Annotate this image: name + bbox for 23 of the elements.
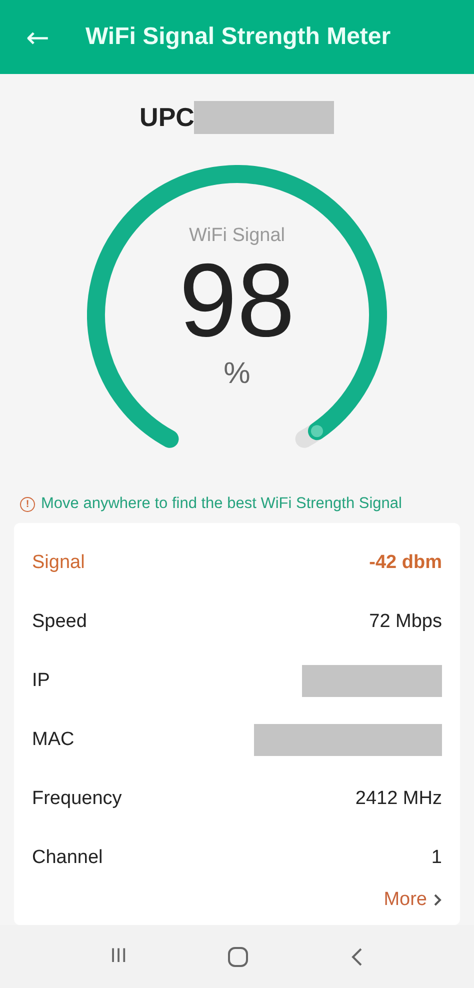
detail-label: Frequency [32,788,122,810]
detail-label: Channel [32,846,103,868]
home-icon [227,946,250,968]
recent-apps-button[interactable]: III [104,944,133,969]
more-button[interactable]: More [384,889,442,911]
info-icon: ! [20,496,35,512]
gauge-unit: % [224,357,250,391]
back-button[interactable]: ← [20,20,56,54]
detail-value: 2412 MHz [355,788,442,810]
detail-label: Speed [32,610,87,632]
detail-label: IP [32,670,50,692]
detail-label: MAC [32,728,74,750]
detail-value: -42 dbm [369,552,442,574]
network-name: UPC [140,102,194,132]
gauge-label: WiFi Signal [188,225,286,247]
gauge-value: 98 [179,249,295,353]
screen-title: WiFi Signal Strength Meter [85,23,391,51]
chevron-icon [433,893,442,907]
detail-label: Signal [32,552,85,574]
back-chevron-icon [350,946,364,968]
detail-value: 1 [431,846,442,868]
detail-value: 72 Mbps [369,610,442,632]
hint-text: Move anywhere to find the best WiFi Strength Signal [41,495,402,513]
